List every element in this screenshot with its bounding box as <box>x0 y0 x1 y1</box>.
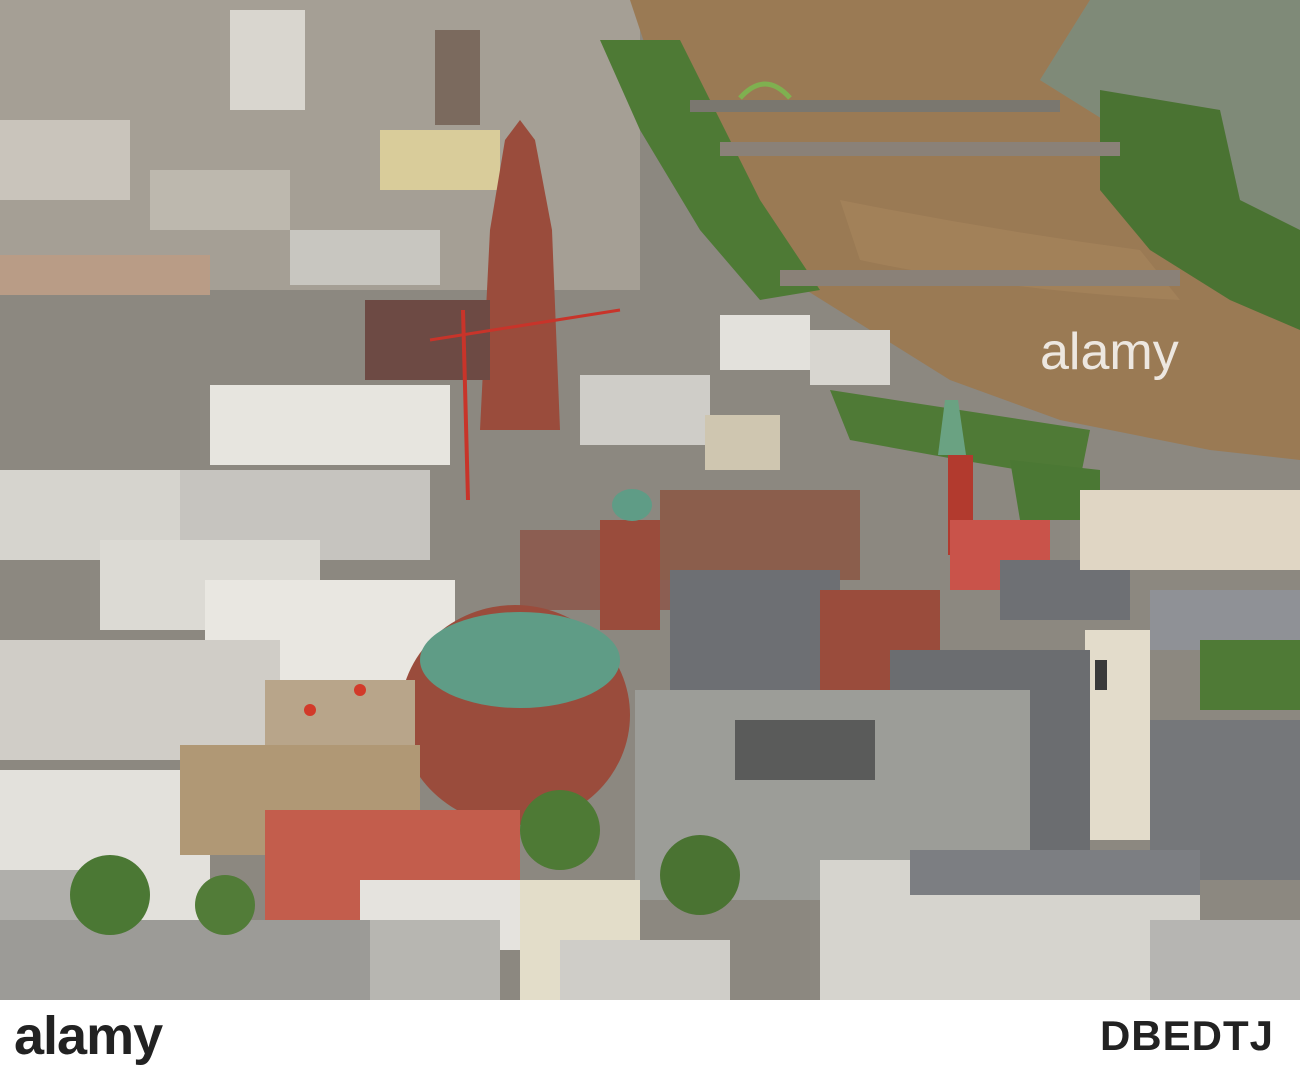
brand-logo: alamy <box>14 1006 163 1065</box>
copper-dome <box>420 612 620 708</box>
image-id-code: DBEDTJ <box>1099 1012 1274 1059</box>
bridge <box>690 100 1060 112</box>
watermark-text: alamy <box>1040 323 1179 381</box>
aerial-city-photo: alamy <box>0 0 1300 1000</box>
stock-photo-page: alamy alamy DBEDTJ <box>0 0 1300 1065</box>
stock-footer-bar: alamy DBEDTJ <box>0 1000 1300 1065</box>
photo-illustration <box>0 0 1300 1000</box>
